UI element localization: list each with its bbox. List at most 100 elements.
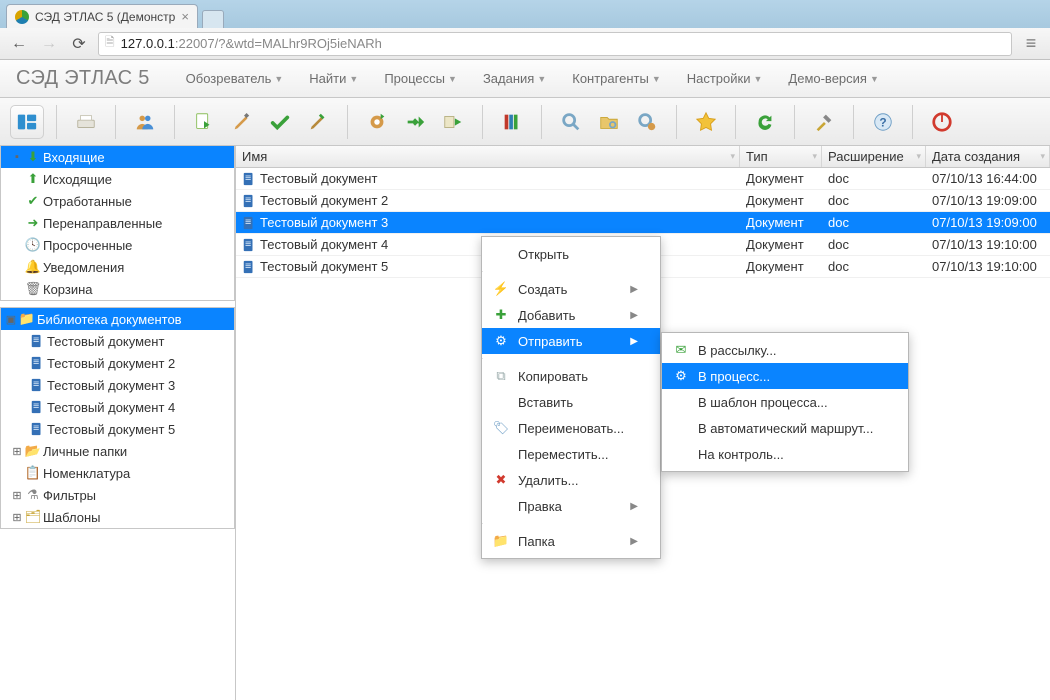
sidebar-block-mail: ▪⬇Входящие ·⬆Исходящие ·✔Отработанные ·➜… bbox=[0, 146, 235, 301]
collapse-icon[interactable]: ▪ bbox=[11, 151, 23, 163]
mailing-icon: ✉ bbox=[672, 342, 690, 358]
books-button[interactable] bbox=[495, 105, 529, 139]
sidebar-item-templates[interactable]: ⊞🗂Шаблоны bbox=[1, 506, 234, 528]
sidebar-item-processed[interactable]: ·✔Отработанные bbox=[1, 190, 234, 212]
sidebar-item-outgoing[interactable]: ·⬆Исходящие bbox=[1, 168, 234, 190]
sidebar-item-doc[interactable]: Тестовый документ 4 bbox=[1, 396, 234, 418]
sidebar-item-notifications[interactable]: ·🔔Уведомления bbox=[1, 256, 234, 278]
table-row[interactable]: Тестовый документ Документ doc 07/10/13 … bbox=[236, 168, 1050, 190]
sidebar-item-personal[interactable]: ⊞📂Личные папки bbox=[1, 440, 234, 462]
col-type[interactable]: Тип▾ bbox=[740, 146, 822, 167]
favorite-button[interactable] bbox=[689, 105, 723, 139]
gear-new-button[interactable] bbox=[360, 105, 394, 139]
expand-icon[interactable]: ⊞ bbox=[11, 511, 23, 524]
sidebar-item-nomen[interactable]: ·📋Номенклатура bbox=[1, 462, 234, 484]
close-tab-icon[interactable]: × bbox=[181, 9, 189, 24]
menu-contractors[interactable]: Контрагенты▼ bbox=[572, 71, 660, 86]
sort-icon: ▾ bbox=[730, 151, 735, 162]
col-name[interactable]: Имя▾ bbox=[236, 146, 740, 167]
ctx-copy[interactable]: ⧉Копировать bbox=[482, 363, 660, 389]
menu-processes[interactable]: Процессы▼ bbox=[384, 71, 457, 86]
col-ext[interactable]: Расширение▾ bbox=[822, 146, 926, 167]
folder-icon: 📂 bbox=[25, 443, 41, 459]
sub-process[interactable]: ⚙В процесс... bbox=[662, 363, 908, 389]
sidebar-item-doc[interactable]: Тестовый документ 3 bbox=[1, 374, 234, 396]
sidebar-item-doc[interactable]: Тестовый документ 5 bbox=[1, 418, 234, 440]
browser-toolbar: ← → ⟳ 🗎 127.0.0.1:22007/?&wtd=MALhr9ROj5… bbox=[0, 28, 1050, 60]
sidebar-item-library[interactable]: ▣📁Библиотека документов bbox=[1, 308, 234, 330]
sidebar-item-overdue[interactable]: ·🕓Просроченные bbox=[1, 234, 234, 256]
sub-ptemplate[interactable]: В шаблон процесса... bbox=[662, 389, 908, 415]
separator bbox=[482, 523, 483, 524]
sign-button[interactable] bbox=[301, 105, 335, 139]
ctx-delete[interactable]: ✖Удалить... bbox=[482, 467, 660, 493]
forward-next-button[interactable] bbox=[436, 105, 470, 139]
ctx-edit[interactable]: Правка▶ bbox=[482, 493, 660, 519]
search-button[interactable] bbox=[554, 105, 588, 139]
sidebar-item-incoming[interactable]: ▪⬇Входящие bbox=[1, 146, 234, 168]
refresh-button[interactable] bbox=[748, 105, 782, 139]
ctx-open[interactable]: Открыть bbox=[482, 241, 660, 267]
inbox-icon: ⬇ bbox=[25, 149, 41, 165]
document-grid: Имя▾ Тип▾ Расширение▾ Дата создания▾ Тес… bbox=[236, 146, 1050, 700]
sidebar-item-trash[interactable]: ·🗑Корзина bbox=[1, 278, 234, 300]
expand-icon[interactable]: ⊞ bbox=[11, 445, 23, 458]
expand-icon[interactable]: ⊞ bbox=[11, 489, 23, 502]
back-button[interactable]: ← bbox=[8, 33, 30, 55]
sidebar-item-doc[interactable]: Тестовый документ bbox=[1, 330, 234, 352]
submenu-arrow-icon: ▶ bbox=[630, 310, 638, 321]
approve-button[interactable] bbox=[263, 105, 297, 139]
power-button[interactable] bbox=[925, 105, 959, 139]
doc-icon bbox=[242, 172, 256, 186]
new-tab-button[interactable] bbox=[202, 10, 224, 28]
ctx-rename[interactable]: 🏷Переименовать... bbox=[482, 415, 660, 441]
search-folder-button[interactable] bbox=[592, 105, 626, 139]
page-icon: 🗎 bbox=[105, 33, 115, 54]
menu-settings[interactable]: Настройки▼ bbox=[687, 71, 763, 86]
ctx-paste[interactable]: Вставить bbox=[482, 389, 660, 415]
browser-menu-button[interactable]: ≡ bbox=[1020, 33, 1042, 55]
ctx-send[interactable]: ⚙Отправить▶ bbox=[482, 328, 660, 354]
separator bbox=[482, 271, 483, 272]
ctx-folder[interactable]: 📁Папка▶ bbox=[482, 528, 660, 554]
outbox-icon: ⬆ bbox=[25, 171, 41, 187]
edit-pen-button[interactable] bbox=[225, 105, 259, 139]
submenu-arrow-icon: ▶ bbox=[630, 284, 638, 295]
sidebar-item-doc[interactable]: Тестовый документ 2 bbox=[1, 352, 234, 374]
search-settings-button[interactable] bbox=[630, 105, 664, 139]
sidebar-block-library: ▣📁Библиотека документов Тестовый докумен… bbox=[0, 307, 235, 529]
address-bar[interactable]: 🗎 127.0.0.1:22007/?&wtd=MALhr9ROj5ieNARh bbox=[98, 32, 1012, 56]
sidebar-item-filters[interactable]: ⊞⚗Фильтры bbox=[1, 484, 234, 506]
ctx-move[interactable]: Переместить... bbox=[482, 441, 660, 467]
help-button[interactable]: ? bbox=[866, 105, 900, 139]
app-menu-bar: СЭД ЭТЛАС 5 Обозреватель▼ Найти▼ Процесс… bbox=[0, 60, 1050, 98]
check-icon: ✔ bbox=[25, 193, 41, 209]
table-row[interactable]: Тестовый документ 3 Документ doc 07/10/1… bbox=[236, 212, 1050, 234]
ctx-add[interactable]: ✚Добавить▶ bbox=[482, 302, 660, 328]
col-date[interactable]: Дата создания▾ bbox=[926, 146, 1050, 167]
menu-demo[interactable]: Демо-версия▼ bbox=[788, 71, 878, 86]
menu-tasks[interactable]: Задания▼ bbox=[483, 71, 546, 86]
scanner-button[interactable] bbox=[69, 105, 103, 139]
list-icon: 📋 bbox=[25, 465, 41, 481]
menu-find[interactable]: Найти▼ bbox=[309, 71, 358, 86]
app-root: СЭД ЭТЛАС 5 Обозреватель▼ Найти▼ Процесс… bbox=[0, 60, 1050, 700]
collapse-icon[interactable]: ▣ bbox=[5, 313, 17, 326]
users-button[interactable] bbox=[128, 105, 162, 139]
sub-control[interactable]: На контроль... bbox=[662, 441, 908, 467]
view-panes-button[interactable] bbox=[10, 105, 44, 139]
forward-green-button[interactable] bbox=[398, 105, 432, 139]
sub-mailing[interactable]: ✉В рассылку... bbox=[662, 337, 908, 363]
ctx-create[interactable]: ⚡Создать▶ bbox=[482, 276, 660, 302]
sub-autoroute[interactable]: В автоматический маршрут... bbox=[662, 415, 908, 441]
table-row[interactable]: Тестовый документ 2 Документ doc 07/10/1… bbox=[236, 190, 1050, 212]
send-doc-button[interactable] bbox=[187, 105, 221, 139]
reload-button[interactable]: ⟳ bbox=[68, 33, 90, 55]
tools-button[interactable] bbox=[807, 105, 841, 139]
chevron-down-icon: ▼ bbox=[448, 74, 457, 84]
browser-tab[interactable]: СЭД ЭTЛАС 5 (Демонстр × bbox=[6, 4, 198, 28]
menu-browser[interactable]: Обозреватель▼ bbox=[186, 71, 284, 86]
folder-icon: 📁 bbox=[492, 533, 510, 549]
sidebar-item-forwarded[interactable]: ·➜Перенаправленные bbox=[1, 212, 234, 234]
forward-button[interactable]: → bbox=[38, 33, 60, 55]
